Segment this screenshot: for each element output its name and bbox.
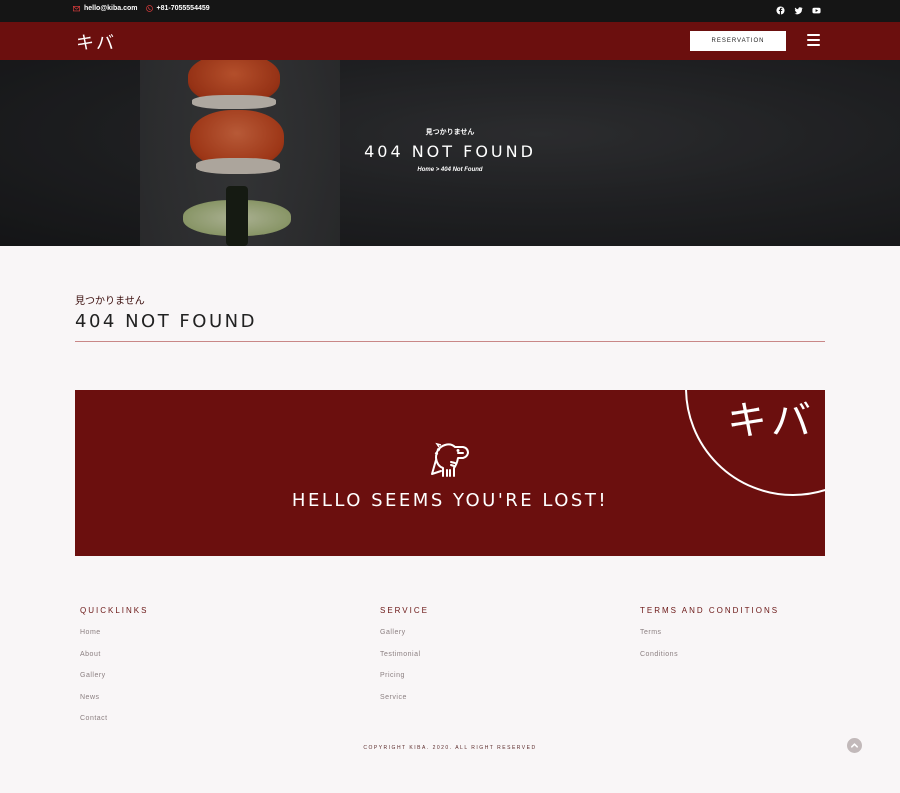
footer-link-contact[interactable]: Contact <box>80 715 148 737</box>
phone-text[interactable]: +81-7055554459 <box>157 5 210 12</box>
footer-terms: TERMS AND CONDITIONS Terms Conditions <box>640 606 779 672</box>
footer-link-service-gallery[interactable]: Gallery <box>380 629 429 651</box>
quicklinks-heading: QUICKLINKS <box>80 606 149 615</box>
hamburger-icon[interactable] <box>807 34 820 46</box>
chevron-up-icon <box>850 743 859 748</box>
scroll-to-top-button[interactable] <box>847 738 862 753</box>
footer-link-about[interactable]: About <box>80 651 148 673</box>
service-heading: SERVICE <box>380 606 429 615</box>
footer-link-conditions[interactable]: Conditions <box>640 651 779 673</box>
footer-link-terms[interactable]: Terms <box>640 629 779 651</box>
phone-icon <box>145 5 153 12</box>
facebook-icon[interactable] <box>776 6 785 15</box>
main-navbar: キバ RESERVATION <box>0 22 900 60</box>
copyright-text: COPYRIGHT KIBA. 2020. ALL RIGHT RESERVED <box>363 745 537 751</box>
footer-link-gallery[interactable]: Gallery <box>80 672 148 694</box>
reservation-button[interactable]: RESERVATION <box>690 31 786 51</box>
divider <box>75 341 825 342</box>
page-title: 404 NOT FOUND <box>75 311 257 332</box>
envelope-icon <box>73 6 80 12</box>
footer-link-home[interactable]: Home <box>80 629 148 651</box>
footer-service: SERVICE Gallery Testimonial Pricing Serv… <box>380 606 429 715</box>
footer-link-testimonial[interactable]: Testimonial <box>380 651 429 673</box>
dinosaur-icon <box>431 442 469 477</box>
contact-info: hello@kiba.com +81-7055554459 <box>73 5 210 12</box>
page-heading: 見つかりません 404 NOT FOUND <box>75 292 825 342</box>
email-contact[interactable]: hello@kiba.com <box>73 5 138 12</box>
lost-message: HELLO SEEMS YOU'RE LOST! <box>291 490 609 511</box>
email-text[interactable]: hello@kiba.com <box>84 5 138 12</box>
top-bar: hello@kiba.com +81-7055554459 <box>0 0 900 22</box>
phone-contact[interactable]: +81-7055554459 <box>145 5 210 12</box>
footer-link-service[interactable]: Service <box>380 694 429 716</box>
site-logo[interactable]: キバ <box>76 29 116 55</box>
panel-logo: キバ <box>727 398 815 444</box>
page-subtitle: 見つかりません <box>75 296 145 307</box>
hero-text: 見つかりません 404 NOT FOUND Home > 404 Not Fou… <box>0 127 900 173</box>
social-links <box>776 6 821 15</box>
terms-heading: TERMS AND CONDITIONS <box>640 606 780 615</box>
hero-title: 404 NOT FOUND <box>364 142 536 161</box>
twitter-icon[interactable] <box>794 6 803 15</box>
footer-link-news[interactable]: News <box>80 694 148 716</box>
youtube-icon[interactable] <box>812 6 821 15</box>
hero-banner: 見つかりません 404 NOT FOUND Home > 404 Not Fou… <box>0 60 900 246</box>
footer-link-pricing[interactable]: Pricing <box>380 672 429 694</box>
footer-quicklinks: QUICKLINKS Home About Gallery News Conta… <box>80 606 148 737</box>
hero-subtitle: 見つかりません <box>425 128 475 136</box>
breadcrumb[interactable]: Home > 404 Not Found <box>0 167 900 173</box>
lost-panel: キバ HELLO SEEMS YOU'RE LOST! <box>75 390 825 556</box>
